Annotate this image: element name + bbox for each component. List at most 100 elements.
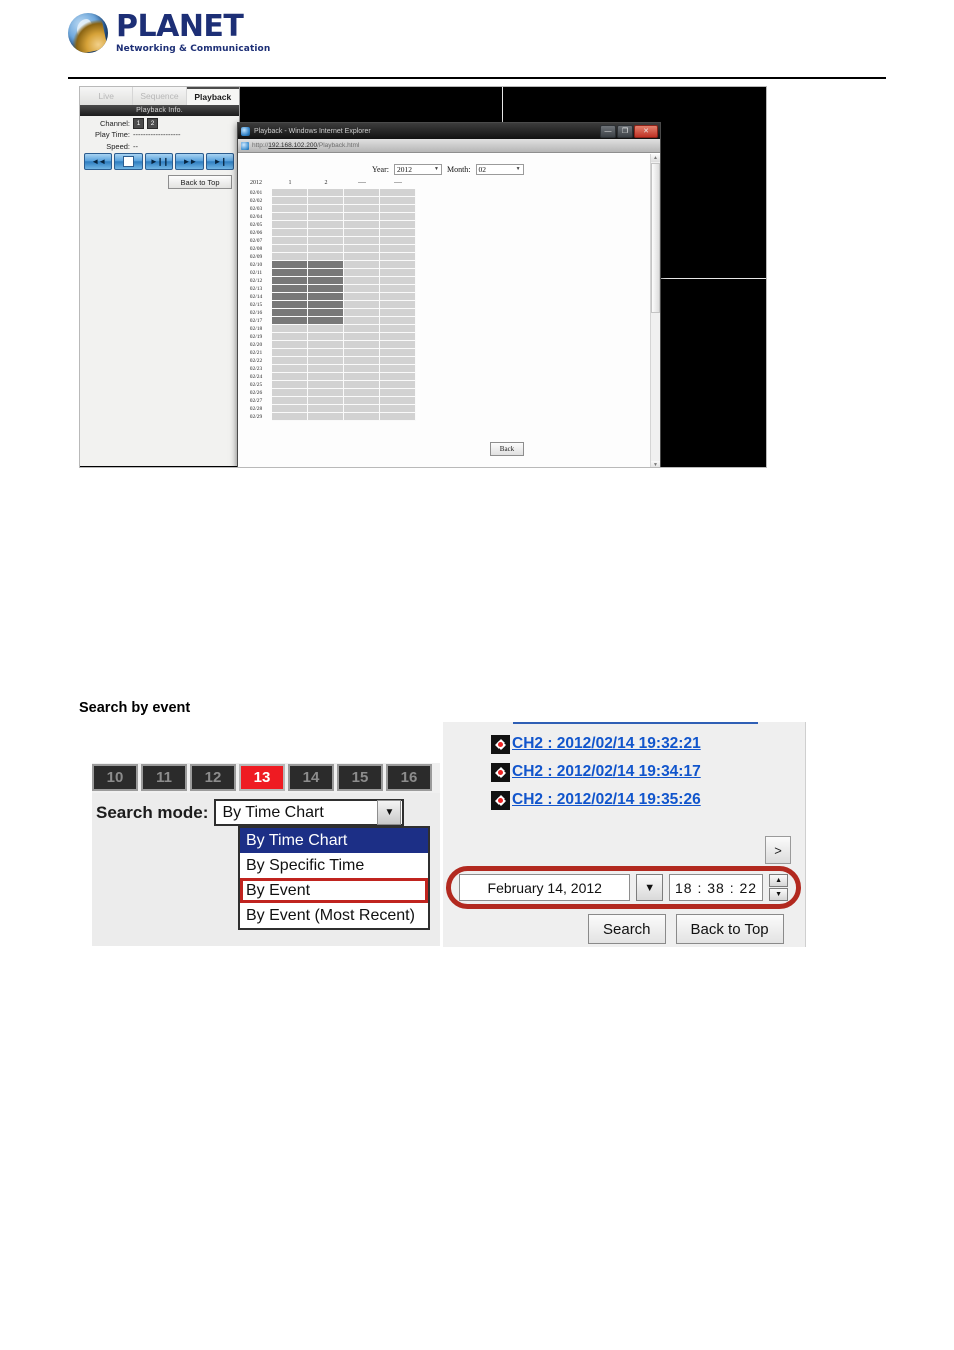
date-field[interactable]: February 14, 2012 — [459, 874, 631, 901]
tab-playback[interactable]: Playback — [186, 87, 239, 105]
time-chart-cell-empty[interactable] — [308, 405, 344, 413]
time-chart-cell-empty[interactable] — [308, 221, 344, 229]
time-chart-cell-empty[interactable] — [344, 309, 380, 317]
time-chart-cell-empty[interactable] — [272, 365, 308, 373]
time-chart-cell-empty[interactable] — [272, 389, 308, 397]
month-select[interactable]: 02 ▼ — [475, 164, 524, 175]
time-chart-cell-empty[interactable] — [308, 325, 344, 333]
time-chart-cell-empty[interactable] — [308, 229, 344, 237]
time-chart-cell-empty[interactable] — [308, 237, 344, 245]
time-chart-cell-empty[interactable] — [380, 229, 416, 237]
time-chart-cell-empty[interactable] — [272, 381, 308, 389]
next-frame-button[interactable]: ►❙ — [205, 153, 235, 170]
time-chart-cell-recorded[interactable] — [308, 309, 344, 317]
time-chart-cell-empty[interactable] — [272, 237, 308, 245]
time-chart-cell-empty[interactable] — [272, 205, 308, 213]
time-chart-cell-empty[interactable] — [308, 253, 344, 261]
stop-button[interactable] — [114, 153, 143, 170]
tab-live[interactable]: Live — [80, 87, 134, 105]
time-chart-cell-empty[interactable] — [344, 325, 380, 333]
time-chart-cell-empty[interactable] — [344, 189, 380, 197]
time-chart-cell-empty[interactable] — [308, 365, 344, 373]
time-chart-cell-recorded[interactable] — [272, 301, 308, 309]
time-chart-cell-recorded[interactable] — [308, 285, 344, 293]
time-chart-cell-empty[interactable] — [380, 405, 416, 413]
time-chart-cell-empty[interactable] — [380, 253, 416, 261]
rewind-button[interactable]: ◄◄ — [84, 153, 113, 170]
time-chart-cell-empty[interactable] — [344, 213, 380, 221]
time-chart-cell-recorded[interactable] — [308, 317, 344, 325]
time-chart-cell-recorded[interactable] — [272, 277, 308, 285]
time-chart-cell-empty[interactable] — [272, 413, 308, 421]
time-chart-cell-empty[interactable] — [344, 205, 380, 213]
channel-button-15[interactable]: 15 — [337, 764, 383, 791]
time-chart-cell-empty[interactable] — [344, 253, 380, 261]
channel-chip-1[interactable]: 1 — [133, 118, 144, 129]
scroll-up-icon[interactable]: ▲ — [651, 154, 660, 162]
time-chart-cell-empty[interactable] — [380, 325, 416, 333]
time-chart-cell-recorded[interactable] — [308, 293, 344, 301]
time-chart-cell-empty[interactable] — [344, 277, 380, 285]
time-chart-cell-empty[interactable] — [308, 381, 344, 389]
time-chart-cell-empty[interactable] — [344, 333, 380, 341]
time-chart-cell-empty[interactable] — [308, 357, 344, 365]
search-mode-option-list[interactable]: By Time Chart By Specific Time By Event By … — [238, 826, 430, 930]
time-chart-cell-empty[interactable] — [380, 261, 416, 269]
time-chart-cell-empty[interactable] — [272, 373, 308, 381]
time-chart-cell-empty[interactable] — [380, 389, 416, 397]
time-chart-cell-empty[interactable] — [344, 245, 380, 253]
channel-button-10[interactable]: 10 — [92, 764, 138, 791]
time-chart-cell-empty[interactable] — [344, 405, 380, 413]
channel-button-13[interactable]: 13 — [239, 764, 285, 791]
time-chart-cell-empty[interactable] — [272, 189, 308, 197]
chevron-down-icon[interactable]: ▼ — [377, 800, 402, 825]
close-button[interactable]: ✕ — [634, 125, 658, 138]
time-chart-cell-empty[interactable] — [344, 317, 380, 325]
ie-address-bar[interactable]: http://192.168.102.200/Playback.html — [238, 139, 660, 153]
time-chart-cell-empty[interactable] — [344, 301, 380, 309]
time-chart-cell-empty[interactable] — [272, 357, 308, 365]
time-chart-cell-empty[interactable] — [344, 365, 380, 373]
time-chart-cell-empty[interactable] — [380, 309, 416, 317]
ie-title-bar[interactable]: Playback - Windows Internet Explorer — ❐… — [238, 123, 660, 139]
time-chart-cell-empty[interactable] — [308, 213, 344, 221]
stepper-up-icon[interactable]: ▲ — [769, 874, 788, 887]
time-chart-cell-empty[interactable] — [308, 397, 344, 405]
time-chart-cell-empty[interactable] — [272, 397, 308, 405]
time-chart-cell-empty[interactable] — [308, 349, 344, 357]
time-chart-cell-empty[interactable] — [344, 413, 380, 421]
fast-forward-button[interactable]: ►► — [175, 153, 204, 170]
event-list-item[interactable]: CH2 : 2012/02/14 19:34:17 — [491, 758, 791, 786]
time-chart-cell-empty[interactable] — [380, 349, 416, 357]
stepper-down-icon[interactable]: ▼ — [769, 888, 788, 901]
time-chart-cell-empty[interactable] — [344, 349, 380, 357]
time-chart-cell-empty[interactable] — [380, 285, 416, 293]
tab-sequence[interactable]: Sequence — [133, 87, 187, 105]
time-field[interactable]: 18 : 38 : 22 — [668, 874, 764, 901]
ie-vertical-scrollbar[interactable]: ▲ ▼ — [650, 154, 660, 467]
time-chart-cell-empty[interactable] — [308, 245, 344, 253]
time-chart-cell-empty[interactable] — [308, 333, 344, 341]
time-chart-cell-empty[interactable] — [380, 245, 416, 253]
year-select[interactable]: 2012 ▼ — [393, 164, 442, 175]
time-chart-cell-empty[interactable] — [344, 373, 380, 381]
time-chart-cell-empty[interactable] — [272, 405, 308, 413]
time-chart-cell-empty[interactable] — [344, 293, 380, 301]
search-mode-option[interactable]: By Event (Most Recent) — [240, 903, 428, 928]
time-chart-cell-recorded[interactable] — [308, 269, 344, 277]
search-mode-option[interactable]: By Event — [240, 878, 428, 903]
time-chart-cell-empty[interactable] — [344, 397, 380, 405]
time-chart-cell-empty[interactable] — [272, 253, 308, 261]
time-chart-cell-empty[interactable] — [380, 357, 416, 365]
time-chart-cell-empty[interactable] — [380, 341, 416, 349]
time-chart-cell-empty[interactable] — [344, 285, 380, 293]
time-chart-cell-empty[interactable] — [272, 221, 308, 229]
time-chart-cell-empty[interactable] — [344, 269, 380, 277]
time-chart-cell-empty[interactable] — [272, 229, 308, 237]
time-chart-cell-empty[interactable] — [380, 213, 416, 221]
time-chart-cell-empty[interactable] — [272, 325, 308, 333]
chart-back-button[interactable]: Back — [490, 442, 524, 456]
time-chart-cell-empty[interactable] — [272, 333, 308, 341]
sidebar-back-to-top-button[interactable]: Back to Top — [168, 175, 232, 189]
time-chart-cell-empty[interactable] — [380, 413, 416, 421]
